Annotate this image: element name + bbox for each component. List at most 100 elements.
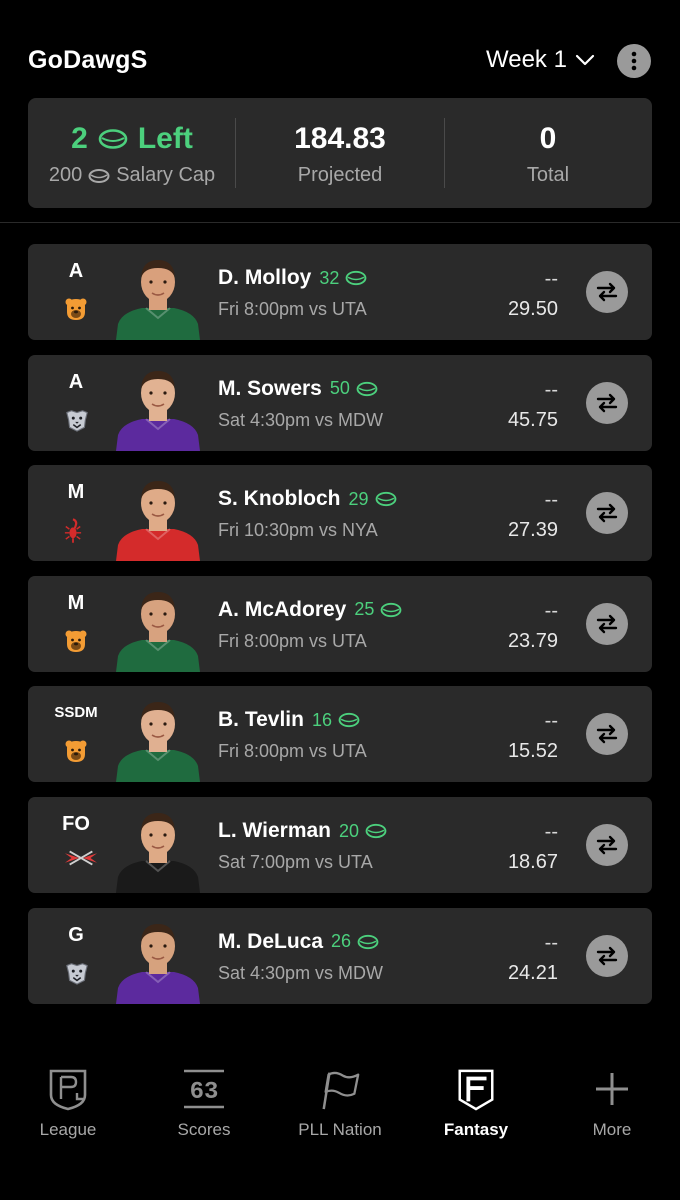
player-name-line: M. Sowers 50	[218, 377, 378, 401]
projected-value: 184.83	[294, 122, 386, 155]
player-row[interactable]: SSDM B. Tevlin 16 Fri 8:00pm vs UTA -- 15.52	[28, 686, 652, 783]
player-name-line: D. Molloy 32	[218, 266, 367, 290]
player-name: M. DeLuca	[218, 929, 324, 953]
player-salary-value: 32	[319, 267, 340, 288]
player-position: A	[68, 370, 84, 393]
player-salary: 16	[312, 710, 360, 731]
team-name: GoDawgS	[28, 46, 148, 74]
total-points: 0 Total	[444, 98, 652, 208]
player-projected: 23.79	[507, 629, 558, 652]
player-row[interactable]: A M. Sowers 50 Sat 4:30pm vs MDW -- 45.75	[28, 354, 652, 451]
nav-item-fantasy[interactable]: Fantasy	[408, 1060, 544, 1160]
coin-icon	[380, 602, 402, 617]
player-projected: 15.52	[507, 740, 558, 763]
swap-player-button[interactable]	[586, 824, 628, 866]
player-projected: 18.67	[507, 851, 558, 873]
salary-left-label: Left	[137, 122, 193, 155]
player-name-line: A. McAdorey 25	[218, 598, 402, 622]
coin-icon	[338, 713, 360, 728]
player-row[interactable]: A D. Molloy 32 Fri 8:00pm vs UTA -- 29.50	[28, 244, 652, 340]
divider	[0, 222, 680, 223]
total-label: Total	[526, 164, 570, 186]
bear-icon	[64, 296, 88, 322]
scoreboard-icon: 63	[182, 1066, 226, 1112]
player-salary-value: 16	[311, 709, 332, 730]
player-game-info: Sat 4:30pm vs MDW	[218, 962, 384, 983]
nav-label: PLL Nation	[298, 1120, 382, 1139]
nav-label: More	[592, 1120, 632, 1139]
nav-label: Scores	[177, 1120, 231, 1139]
player-points: --	[544, 599, 558, 622]
bear-icon	[64, 628, 88, 654]
nav-label: League	[39, 1120, 97, 1139]
player-photo-frame	[116, 694, 200, 783]
player-game-info: Sat 7:00pm vs UTA	[218, 852, 373, 872]
player-row[interactable]: M A. McAdorey 25 Fri 8:00pm vs UTA -- 23.79	[28, 575, 652, 672]
player-name: L. Wierman	[218, 819, 331, 842]
player-salary: 32	[319, 268, 367, 289]
player-game-info: Fri 8:00pm vs UTA	[218, 299, 367, 319]
player-salary: 25	[354, 599, 402, 620]
vertical-dots-icon	[631, 51, 637, 71]
player-salary-value: 25	[354, 599, 375, 620]
swap-player-button[interactable]	[586, 713, 628, 756]
swap-arrows-icon	[596, 725, 618, 744]
player-row[interactable]: FO L. Wierman 20 Sat 7:00pm vs UTA -- 18.67	[28, 797, 652, 893]
player-row[interactable]: M S. Knobloch 29 Fri 10:30pm vs NYA -- 27.39	[28, 465, 652, 562]
nav-item-pll-nation[interactable]: PLL Nation	[272, 1060, 408, 1160]
coin-icon	[375, 492, 396, 507]
nav-item-more[interactable]: More	[544, 1060, 680, 1160]
player-points: --	[544, 931, 558, 954]
swap-player-button[interactable]	[586, 934, 628, 977]
player-photo	[116, 813, 200, 893]
player-projected: 24.21	[507, 961, 558, 984]
week-selector[interactable]: Week 1	[486, 46, 595, 74]
player-photo-frame	[116, 584, 200, 672]
league-shield-icon	[46, 1066, 90, 1112]
coin-icon	[356, 381, 378, 396]
player-name-line: B. Tevlin 16	[218, 708, 360, 732]
plus-icon	[590, 1066, 634, 1112]
more-options-button[interactable]	[617, 44, 651, 78]
player-photo-frame	[116, 252, 200, 340]
player-photo-frame	[116, 473, 200, 562]
player-name: D. Molloy	[218, 266, 312, 289]
player-position: SSDM	[54, 704, 98, 722]
swap-player-button[interactable]	[586, 271, 628, 313]
player-photo-frame	[116, 363, 200, 451]
header: GoDawgS Week 1	[0, 0, 680, 96]
svg-text:63: 63	[190, 1079, 219, 1106]
player-points: --	[544, 821, 558, 843]
player-game-info: Fri 10:30pm vs NYA	[218, 520, 378, 541]
coin-icon	[357, 934, 379, 949]
player-photo-frame	[116, 916, 200, 1004]
flag-icon	[318, 1066, 362, 1112]
nav-item-scores[interactable]: 63 Scores	[136, 1060, 272, 1160]
player-projected: 27.39	[507, 519, 558, 542]
salary-left-value: 2	[71, 122, 88, 155]
swap-player-button[interactable]	[586, 492, 628, 535]
player-salary-value: 50	[329, 378, 350, 399]
nav-item-league[interactable]: League	[0, 1060, 136, 1160]
player-game-info: Fri 8:00pm vs UTA	[218, 630, 367, 651]
player-photo	[116, 481, 200, 562]
player-name-line: L. Wierman 20	[218, 819, 387, 843]
player-projected: 29.50	[507, 298, 558, 320]
player-name: S. Knobloch	[218, 487, 341, 511]
player-position: G	[68, 923, 84, 946]
player-position: FO	[62, 813, 90, 835]
player-game-info: Sat 4:30pm vs MDW	[218, 409, 384, 430]
player-position: M	[67, 481, 85, 504]
coin-icon	[98, 129, 128, 149]
nav-label: Fantasy	[443, 1120, 509, 1139]
player-points: --	[544, 268, 558, 290]
salary-cap-value: 200	[48, 164, 83, 186]
swap-player-button[interactable]	[586, 602, 628, 645]
player-row[interactable]: G M. DeLuca 26 Sat 4:30pm vs MDW -- 24.21	[28, 907, 652, 1004]
dog-icon	[64, 407, 88, 433]
swap-player-button[interactable]	[586, 381, 628, 424]
lineup-summary-card: 2 Left 200 Salary Cap 184.83 Projected 0…	[28, 98, 652, 208]
wings-icon	[64, 849, 98, 875]
player-photo	[116, 702, 200, 783]
player-name: B. Tevlin	[218, 708, 304, 732]
